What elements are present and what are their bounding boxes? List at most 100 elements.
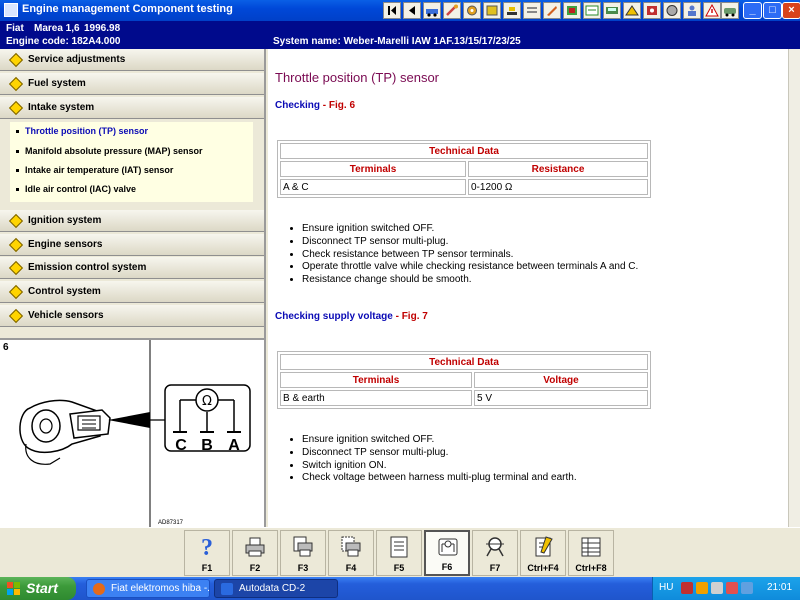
supply-voltage-heading: Checking supply voltage - Fig. 7 [275, 311, 428, 322]
function-key-bar: ? F1 F2 F3 F4 F5 F6 F7 Ctrl+F4 Ctrl+F8 [0, 527, 800, 578]
f3-print-pages-button[interactable]: F3 [280, 530, 326, 576]
f5-document-button[interactable]: F5 [376, 530, 422, 576]
column-header: Terminals [280, 161, 466, 177]
f4-print-selection-button[interactable]: F4 [328, 530, 374, 576]
f1-help-button[interactable]: ? F1 [184, 530, 230, 576]
first-page-icon[interactable] [383, 2, 401, 19]
car-icon[interactable] [603, 2, 621, 19]
person-icon[interactable] [663, 2, 681, 19]
antivirus-icon[interactable] [696, 582, 708, 594]
key-label: F1 [201, 563, 213, 573]
maximize-button[interactable]: □ [763, 2, 782, 19]
tool-icon[interactable] [523, 2, 541, 19]
figure-link[interactable]: - Fig. 7 [396, 311, 428, 322]
prev-page-icon[interactable] [403, 2, 421, 19]
submenu-item-map-sensor[interactable]: Manifold absolute pressure (MAP) sensor [16, 146, 203, 156]
table-title: Technical Data [280, 354, 648, 370]
f7-component-location-button[interactable]: F7 [472, 530, 518, 576]
bullet-icon [16, 130, 19, 134]
alert-icon[interactable] [726, 582, 738, 594]
list-item: Disconnect TP sensor multi-plug. [302, 447, 577, 460]
minimize-button[interactable]: _ [743, 2, 762, 19]
chart-icon[interactable] [583, 2, 601, 19]
section-service-adjustments[interactable]: Service adjustments [0, 49, 264, 71]
terminal-a: A [228, 437, 240, 454]
figure-code: AD87317 [158, 520, 184, 526]
submenu-item-iat-sensor[interactable]: Intake air temperature (IAT) sensor [16, 165, 173, 175]
help-icon: ? [201, 535, 213, 559]
f2-print-button[interactable]: F2 [232, 530, 278, 576]
vehicle-icon[interactable] [423, 2, 441, 19]
car-front-icon[interactable] [721, 2, 739, 19]
section-vehicle-sensors[interactable]: Vehicle sensors [0, 305, 264, 327]
window-title: Engine management Component testing [22, 3, 233, 15]
section-control-system[interactable]: Control system [0, 281, 264, 303]
windows-logo-icon [7, 582, 20, 595]
heading-text: Checking supply voltage [275, 311, 393, 322]
tools-icon[interactable] [463, 2, 481, 19]
parts-icon[interactable] [503, 2, 521, 19]
list-item: Check voltage between harness multi-plug… [302, 472, 577, 485]
section-label: Control system [28, 286, 101, 297]
ctrl-f8-table-button[interactable]: Ctrl+F8 [568, 530, 614, 576]
image-icon[interactable] [563, 2, 581, 19]
task-label: Autodata CD-2 [239, 583, 306, 594]
vehicle-model: Marea 1,6 [34, 23, 80, 34]
wrench-icon[interactable] [443, 2, 461, 19]
language-indicator[interactable]: HU [659, 582, 673, 593]
submenu-item-iac-valve[interactable]: Idle air control (IAC) valve [16, 184, 136, 194]
section-label: Fuel system [28, 78, 86, 89]
f6-wiring-diagram-button[interactable]: F6 [424, 530, 470, 576]
key-label: F7 [489, 563, 501, 573]
network-icon[interactable] [711, 582, 723, 594]
section-label: Intake system [28, 102, 95, 113]
book-icon[interactable] [623, 2, 641, 19]
section-label: Vehicle sensors [28, 310, 104, 321]
section-ignition-system[interactable]: Ignition system [0, 210, 264, 232]
section-label: Service adjustments [28, 54, 126, 65]
taskbar-item-firefox[interactable]: Fiat elektromos hiba -... [86, 579, 210, 598]
navigation-panel: Service adjustments Fuel system Intake s… [0, 49, 266, 527]
engine-code: Engine code: 182A4.000 [6, 36, 121, 47]
volume-icon[interactable] [741, 582, 753, 594]
diamond-icon [8, 237, 24, 253]
settings-icon[interactable] [543, 2, 561, 19]
window-title-bar[interactable]: Engine management Component testing _ □ … [0, 0, 800, 21]
clock[interactable]: 21:01 [767, 582, 792, 593]
key-label: F5 [393, 563, 405, 573]
list-item: Resistance change should be smooth. [302, 274, 638, 287]
vertical-scrollbar[interactable] [788, 49, 800, 527]
close-button[interactable]: × [782, 2, 800, 19]
section-intake-system[interactable]: Intake system [0, 97, 264, 119]
section-fuel-system[interactable]: Fuel system [0, 73, 264, 95]
column-header: Terminals [280, 372, 472, 388]
table-cell: A & C [280, 179, 466, 195]
warning-icon[interactable] [703, 2, 721, 19]
submenu-label: Intake air temperature (IAT) sensor [25, 165, 174, 175]
list-item: Ensure ignition switched OFF. [302, 434, 577, 447]
section-emission-control[interactable]: Emission control system [0, 257, 264, 279]
table-cell: B & earth [280, 390, 472, 406]
bullet-icon [16, 150, 19, 154]
figure-link[interactable]: - Fig. 6 [323, 100, 355, 111]
system-name: System name: Weber-Marelli IAW 1AF.13/15… [273, 36, 521, 47]
system-tray: HU 21:01 [652, 577, 800, 600]
start-button[interactable]: Start [0, 577, 76, 600]
submenu-item-tp-sensor[interactable]: Throttle position (TP) sensor [16, 126, 148, 136]
shield-icon[interactable] [681, 582, 693, 594]
table-title: Technical Data [280, 143, 648, 159]
diamond-icon [8, 100, 24, 116]
camera-icon[interactable] [683, 2, 701, 19]
column-header: Resistance [468, 161, 648, 177]
task-label: Fiat elektromos hiba -... [111, 583, 210, 594]
ctrl-f4-notes-button[interactable]: Ctrl+F4 [520, 530, 566, 576]
taskbar-item-autodata[interactable]: Autodata CD-2 [214, 579, 338, 598]
section-engine-sensors[interactable]: Engine sensors [0, 234, 264, 256]
key-label: Ctrl+F4 [527, 563, 559, 573]
terminal-b: B [201, 437, 213, 454]
print-pages-icon [293, 536, 313, 557]
disc-icon[interactable] [643, 2, 661, 19]
checking-heading: Checking - Fig. 6 [275, 100, 355, 111]
diamond-icon [8, 76, 24, 92]
stop-icon[interactable] [483, 2, 501, 19]
